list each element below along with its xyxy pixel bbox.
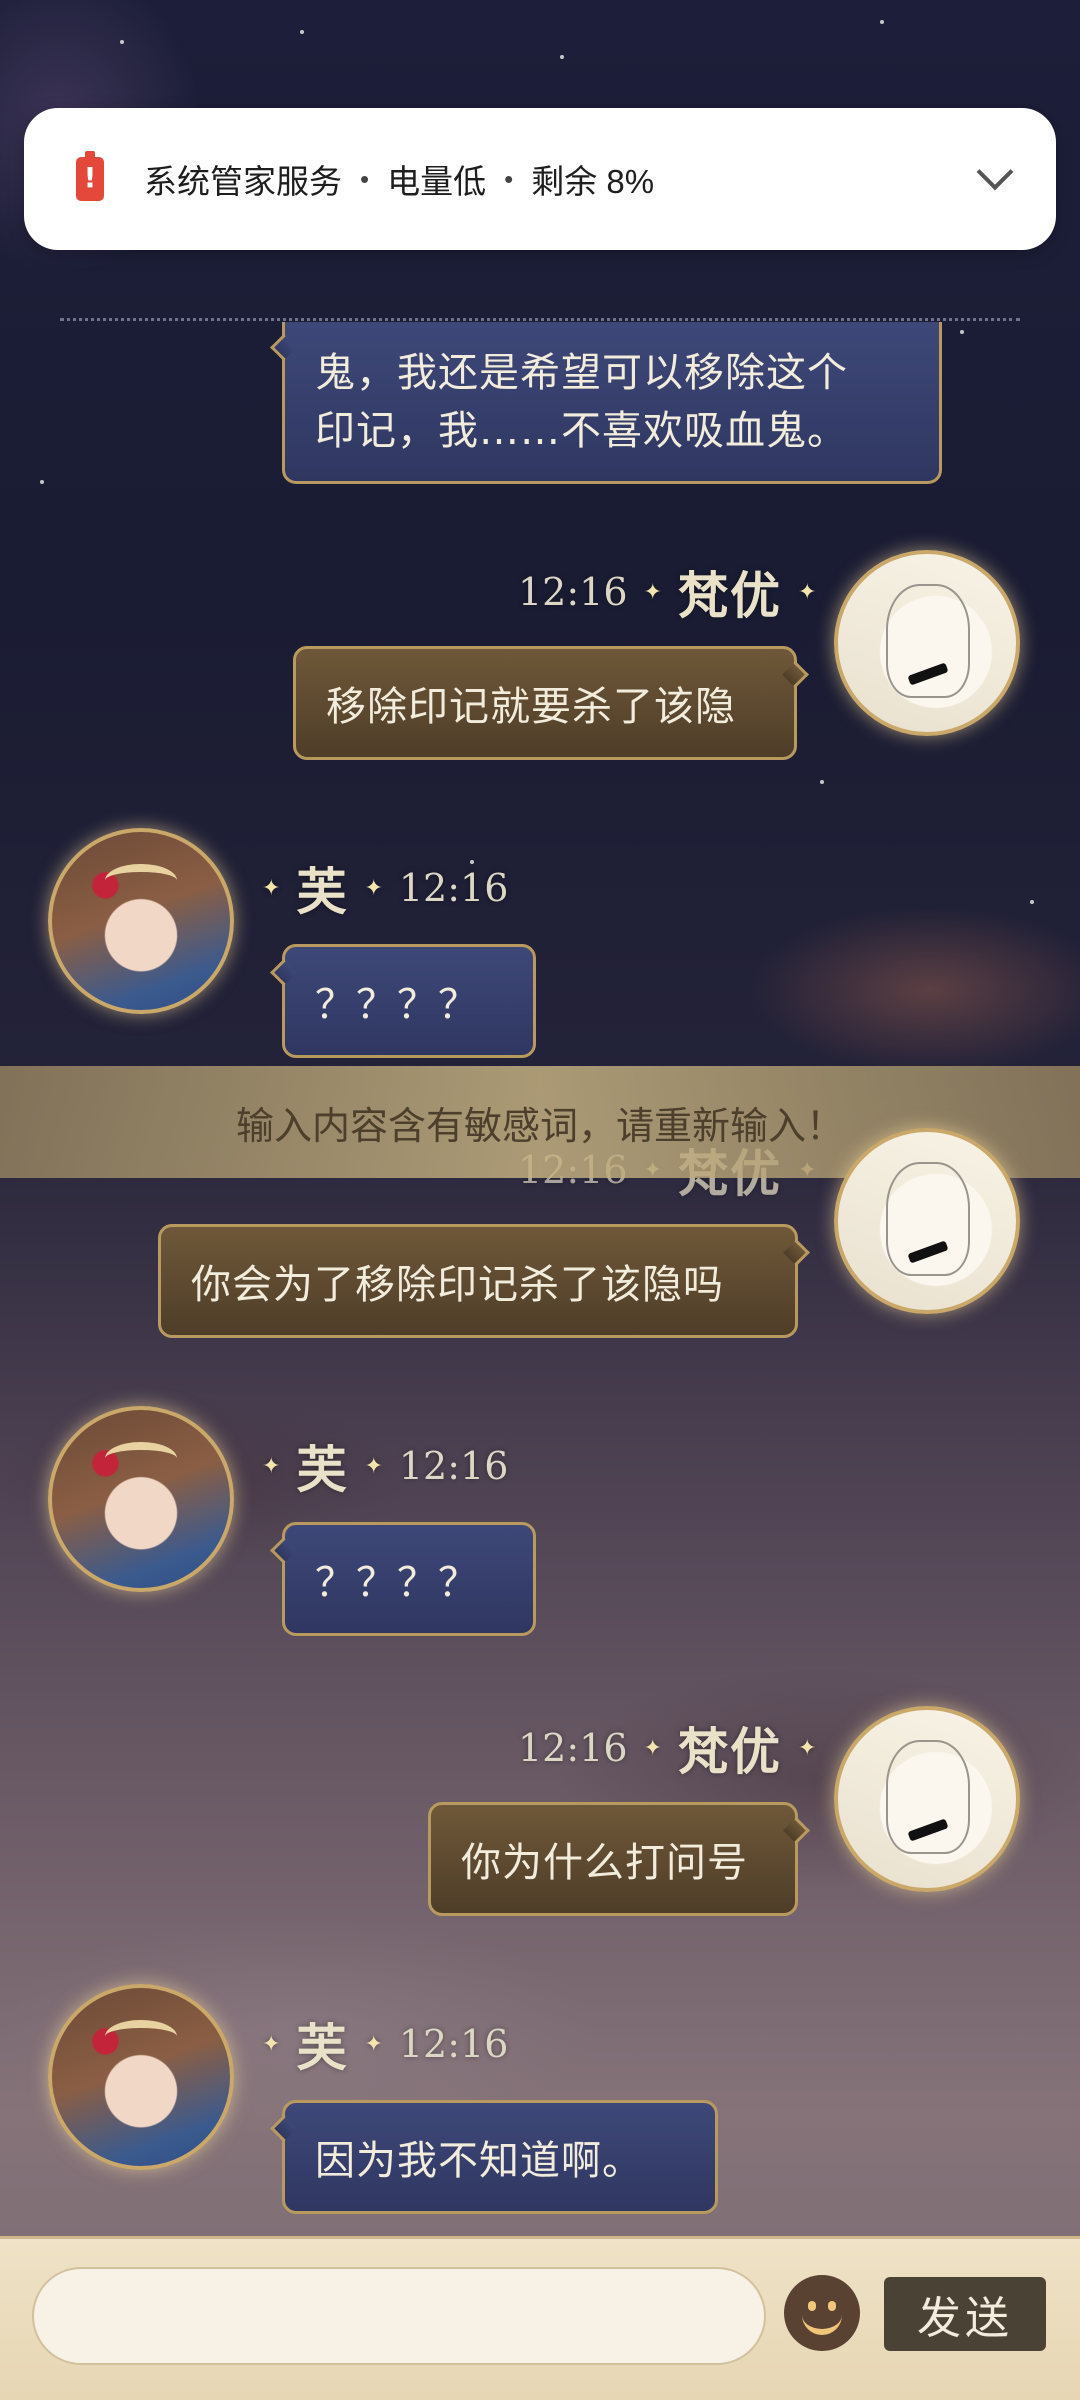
message-bubble: 你会为了移除印记杀了该隐吗	[158, 1224, 798, 1338]
sender-name: 梵优	[677, 1722, 782, 1781]
message-bubble: 移除印记就要杀了该隐	[293, 646, 797, 760]
message-text-line: 印记，我……不喜欢吸血鬼。	[315, 407, 848, 454]
avatar-fanyou[interactable]	[834, 1128, 1020, 1314]
sparkle-icon: ✦	[643, 579, 662, 605]
avatar-fu[interactable]	[48, 1984, 234, 2170]
sender-name: 芙	[296, 862, 349, 921]
message-text: 移除印记就要杀了该隐	[326, 684, 736, 730]
avatar-fanyou[interactable]	[834, 1706, 1020, 1892]
message-time: 12:16	[398, 1444, 509, 1488]
sparkle-icon: ✦	[643, 1735, 662, 1761]
message-time: 12:16	[398, 866, 509, 910]
message-time: 12:16	[518, 570, 628, 614]
send-label: 发送	[917, 2293, 1013, 2344]
notification-text: 系统管家服务 • 电量低 • 剩余 8%	[144, 155, 982, 203]
message-meta: 12:16 ✦ 梵优 ✦	[518, 562, 817, 625]
message-text-line: 鬼，我还是希望可以移除这个	[315, 349, 848, 396]
message-bubble: 你为什么打问号	[428, 1802, 798, 1916]
notification-title: 电量低	[387, 163, 487, 200]
message-bubble: 鬼，我还是希望可以移除这个 印记，我……不喜欢吸血鬼。	[282, 322, 942, 484]
chevron-down-icon[interactable]	[976, 153, 1014, 191]
sparkle-icon: ✦	[364, 875, 383, 901]
avatar-fu[interactable]	[48, 828, 234, 1014]
notification-detail: 剩余 8%	[531, 163, 655, 200]
sender-name: 梵优	[677, 566, 782, 625]
message-input[interactable]	[32, 2267, 766, 2365]
sparkle-icon: ✦	[797, 579, 817, 605]
message-text: ？？？？	[315, 1560, 479, 1606]
message-text: ？？？？	[315, 982, 479, 1028]
message-text: 你会为了移除印记杀了该隐吗	[191, 1262, 724, 1308]
message-time: 12:16	[398, 2022, 509, 2066]
sparkle-icon: ✦	[262, 1453, 281, 1479]
message-time: 12:16	[518, 1726, 628, 1770]
message-meta: ✦ 芙 ✦ 12:16	[262, 2014, 509, 2077]
notification-app: 系统管家服务	[144, 163, 342, 200]
message-meta: ✦ 芙 ✦ 12:16	[262, 858, 509, 921]
message-bubble: 因为我不知道啊。	[282, 2100, 718, 2214]
emoji-icon[interactable]	[784, 2275, 860, 2351]
battery-notification[interactable]: ! 系统管家服务 • 电量低 • 剩余 8%	[24, 108, 1056, 250]
emoji-mouth	[802, 2313, 842, 2335]
avatar-fanyou[interactable]	[834, 550, 1020, 736]
toast-text: 输入内容含有敏感词，请重新输入！	[235, 1103, 844, 1148]
message-text: 你为什么打问号	[461, 1840, 748, 1886]
message-meta: ✦ 芙 ✦ 12:16	[262, 1436, 509, 1499]
separator-dot: •	[504, 163, 514, 194]
send-button[interactable]: 发送	[884, 2277, 1046, 2351]
sparkle-icon: ✦	[364, 2031, 383, 2057]
sender-name: 芙	[296, 2018, 349, 2077]
message-meta: 12:16 ✦ 梵优 ✦	[518, 1718, 817, 1781]
message-bubble: ？？？？	[282, 944, 536, 1058]
sparkle-icon: ✦	[262, 2031, 281, 2057]
message-bubble: ？？？？	[282, 1522, 536, 1636]
sparkle-icon: ✦	[364, 1453, 383, 1479]
sender-name: 芙	[296, 1440, 349, 1499]
input-bar: 发送	[0, 2236, 1080, 2400]
message-text: 因为我不知道啊。	[315, 2138, 643, 2184]
battery-low-icon: !	[76, 151, 104, 201]
sparkle-icon: ✦	[797, 1735, 817, 1761]
separator-dot: •	[360, 163, 370, 194]
divider	[60, 318, 1020, 321]
avatar-fu[interactable]	[48, 1406, 234, 1592]
sparkle-icon: ✦	[262, 875, 281, 901]
